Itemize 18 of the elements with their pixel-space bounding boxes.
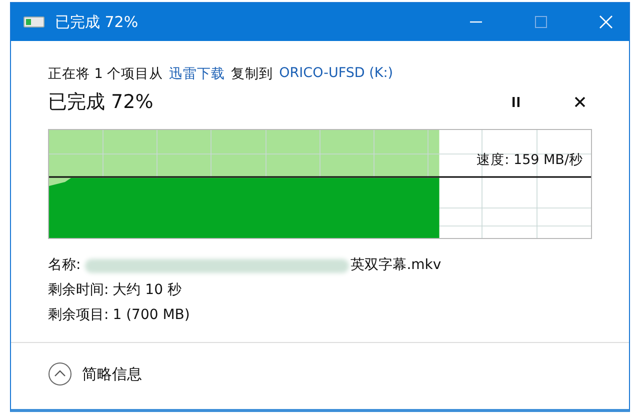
source-link[interactable]: 迅雷下载 [169,65,226,83]
speed-label: 速度: 159 MB/秒 [476,151,583,169]
drive-icon [23,15,45,29]
close-icon[interactable] [574,96,586,108]
window-title: 已完成 72% [55,12,140,32]
copy-text: 复制到 [231,65,274,83]
copy-text: 正在将 1 个项目从 [48,65,164,83]
detail-value: 英双字幕.mkv [350,256,442,275]
detail-label: 名称: [48,256,81,275]
pause-icon[interactable] [510,96,522,108]
detail-value: 1 (700 MB) [112,306,190,325]
destination-link[interactable]: ORICO-UFSD (K:) [279,65,394,83]
detail-label: 剩余项目: [48,306,109,325]
detail-value: 大约 10 秒 [112,281,182,300]
progress-heading: 已完成 72% [48,90,154,115]
less-details-button[interactable]: 简略信息 [48,362,142,386]
chevron-up-icon [48,362,72,386]
detail-label: 剩余时间: [48,281,109,300]
